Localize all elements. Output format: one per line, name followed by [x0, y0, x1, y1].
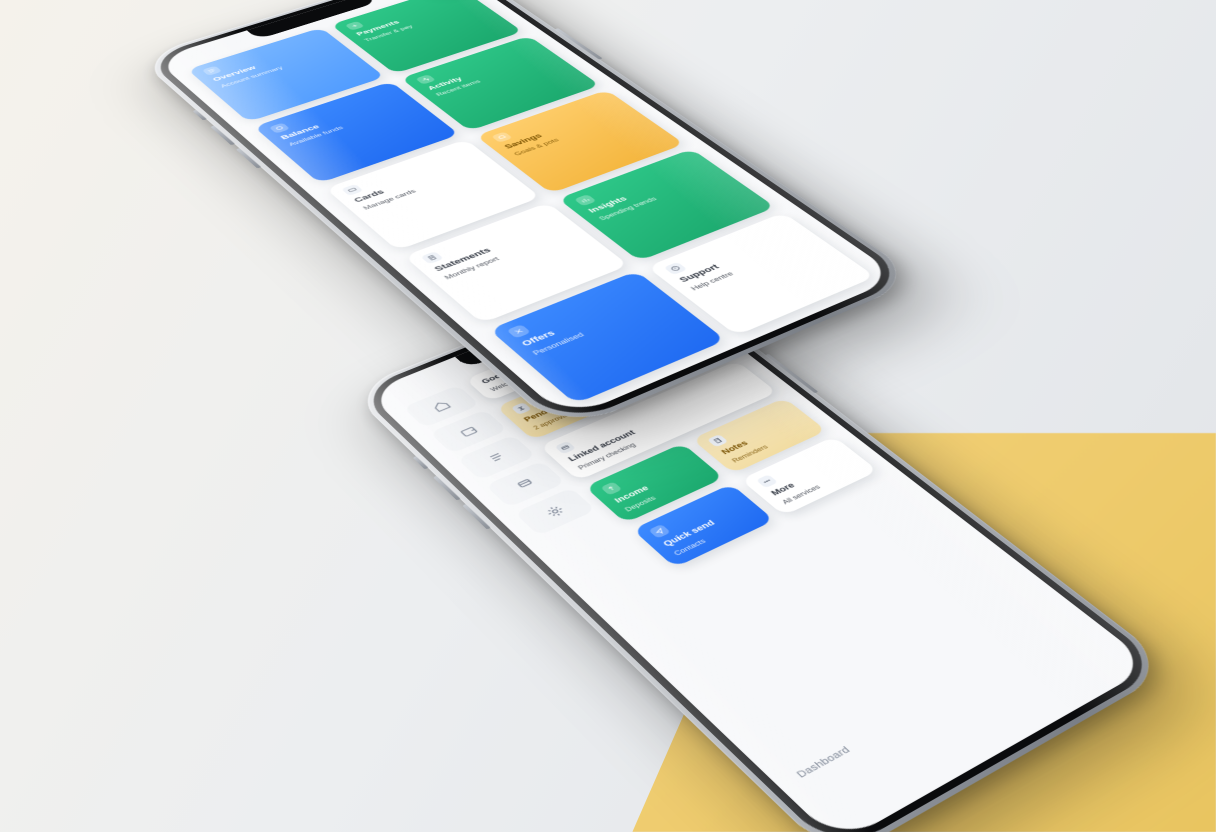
- tile-title: Overview: [211, 42, 332, 83]
- bubble-icon: [1011, 814, 1048, 832]
- mute-switch: [413, 456, 429, 470]
- tile-title: Quick send: [661, 504, 749, 549]
- tab-chat[interactable]: [992, 801, 1066, 832]
- tile-title: Statements: [432, 221, 563, 274]
- tile-sub: Spending trends: [597, 173, 718, 222]
- tab-history[interactable]: [1067, 758, 1140, 809]
- volume-up: [210, 125, 235, 145]
- tile-sub: Manage cards: [362, 163, 489, 211]
- tile-sub: Help centre: [689, 239, 813, 292]
- mute-switch: [192, 110, 207, 121]
- tile-sub: Contacts: [672, 514, 759, 558]
- volume-down: [236, 148, 262, 169]
- scene-3d-mockup: Overview Account summary Payments Transf…: [0, 0, 1216, 832]
- clock-icon: [1085, 771, 1121, 797]
- tab-profile[interactable]: [1138, 717, 1153, 766]
- tile-title: Cards: [352, 156, 480, 205]
- tile-title: Offers: [520, 291, 655, 349]
- tile-title: Payments: [355, 0, 469, 37]
- tile-sub: Personalised: [531, 300, 665, 357]
- tile-title: Support: [678, 231, 804, 285]
- tile-sub: Account summary: [219, 48, 339, 89]
- list-icon: [483, 449, 510, 466]
- tile-sub: Monthly report: [442, 229, 572, 281]
- tile-title: Insights: [586, 166, 709, 215]
- tile-statements[interactable]: Statements Monthly report: [404, 202, 629, 323]
- wallet-icon: [455, 423, 482, 439]
- home-icon: [428, 398, 454, 414]
- phone-mockup-back: Overview Account summary Payments Transf…: [137, 0, 922, 433]
- tile-sub: Available funds: [287, 103, 410, 147]
- cards-icon: [512, 475, 539, 492]
